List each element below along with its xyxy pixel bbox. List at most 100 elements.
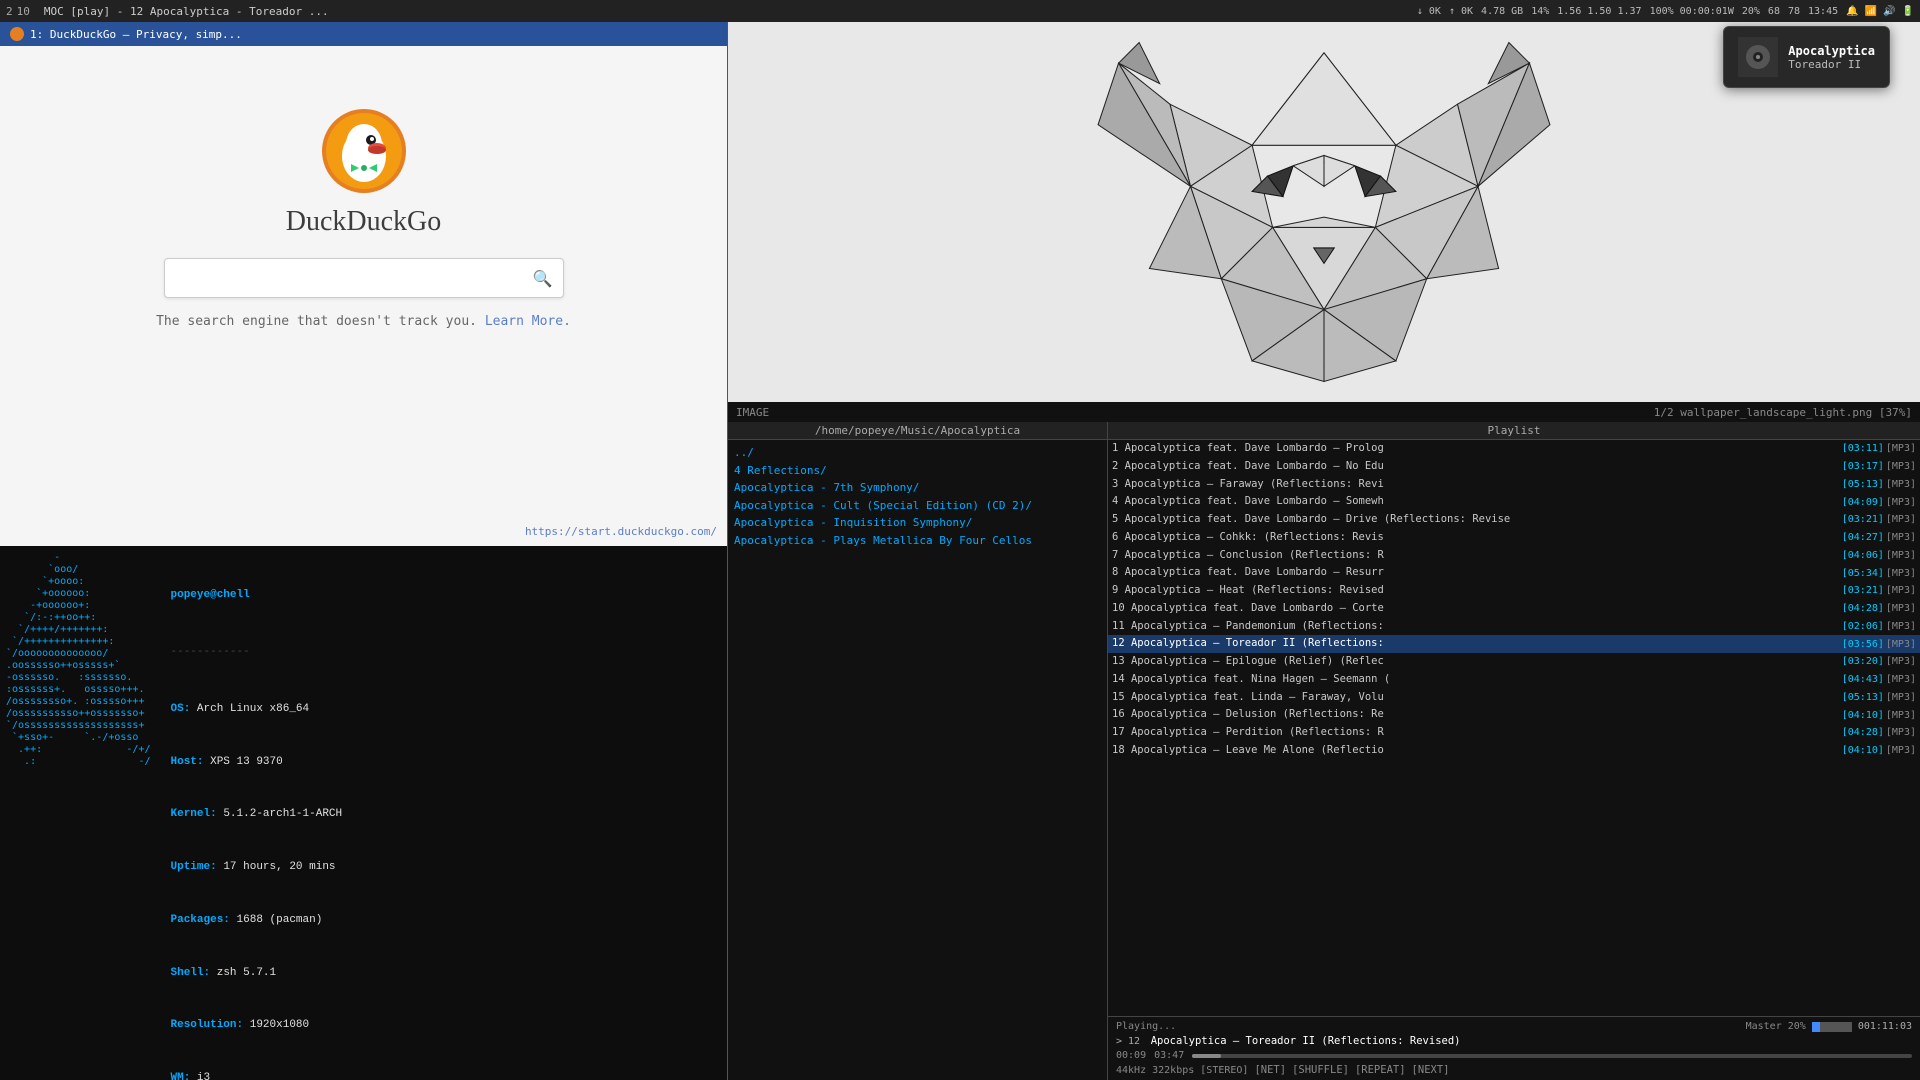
playlist-item[interactable]: 8 Apocalyptica feat. Dave Lombardo – Res… (1108, 564, 1920, 582)
main-area: 1: DuckDuckGo — Privacy, simp... (0, 22, 1920, 1080)
playlist-item[interactable]: 3 Apocalyptica – Faraway (Reflections: R… (1108, 476, 1920, 494)
workspace-10[interactable]: 10 (17, 5, 30, 18)
sysinfo-user: popeye@chell (171, 587, 457, 605)
playlist-item[interactable]: 13 Apocalyptica – Epilogue (Relief) (Ref… (1108, 653, 1920, 671)
terminal-area: - `ooo/ `+oooo: `+oooooo: -+oooooo+: `/:… (0, 546, 727, 1080)
sysinfo-resolution: Resolution: 1920x1080 (171, 1017, 457, 1035)
neofetch-output: - `ooo/ `+oooo: `+oooooo: -+oooooo+: `/:… (6, 552, 721, 1080)
ascii-art: - `ooo/ `+oooo: `+oooooo: -+oooooo+: `/:… (6, 552, 151, 1080)
current-time: 00:09 (1116, 1050, 1146, 1061)
browser-content: DuckDuckGo 🔍 The search engine that does… (0, 46, 727, 546)
net-btn[interactable]: [NET] (1254, 1064, 1286, 1076)
search-box[interactable]: 🔍 (164, 258, 564, 298)
playlist-item-title: 18 Apocalyptica – Leave Me Alone (Reflec… (1112, 743, 1840, 759)
playlist-item-format: [MP3] (1886, 441, 1916, 456)
playlist-item[interactable]: 11 Apocalyptica – Pandemonium (Reflectio… (1108, 618, 1920, 636)
disk-usage: 4.78 GB (1481, 6, 1523, 17)
playlist-item[interactable]: 10 Apocalyptica feat. Dave Lombardo – Co… (1108, 600, 1920, 618)
playlist-item-title: 6 Apocalyptica – Cohkk: (Reflections: Re… (1112, 530, 1840, 546)
playlist-item-format: [MP3] (1886, 725, 1916, 740)
playlist-item-format: [MP3] (1886, 566, 1916, 581)
playlist-item-duration: [05:34] (1842, 566, 1884, 581)
playlist-item-format: [MP3] (1886, 743, 1916, 758)
search-icon[interactable]: 🔍 (533, 269, 553, 288)
playlist-item-duration: [02:06] (1842, 619, 1884, 634)
left-panel: 1: DuckDuckGo — Privacy, simp... (0, 22, 728, 1080)
browser-tab[interactable]: 1: DuckDuckGo — Privacy, simp... (0, 22, 727, 46)
progress-track[interactable] (1192, 1054, 1912, 1058)
net-down: ↓ 0K (1417, 6, 1441, 17)
file-item[interactable]: Apocalyptica - Plays Metallica By Four C… (732, 532, 1103, 550)
volume-bar[interactable] (1812, 1022, 1852, 1032)
file-item[interactable]: 4 Reflections/ (732, 462, 1103, 480)
playlist-items[interactable]: 1 Apocalyptica feat. Dave Lombardo – Pro… (1108, 440, 1920, 1016)
file-item[interactable]: Apocalyptica - Cult (Special Edition) (C… (732, 497, 1103, 515)
playlist-item[interactable]: 18 Apocalyptica – Leave Me Alone (Reflec… (1108, 742, 1920, 760)
playlist-item[interactable]: 5 Apocalyptica feat. Dave Lombardo – Dri… (1108, 511, 1920, 529)
playlist-item-format: [MP3] (1886, 459, 1916, 474)
playlist-item[interactable]: 4 Apocalyptica feat. Dave Lombardo – Som… (1108, 493, 1920, 511)
file-browser: /home/popeye/Music/Apocalyptica ../4 Ref… (728, 422, 1108, 1080)
playlist-item-title: 12 Apocalyptica – Toreador II (Reflectio… (1112, 636, 1840, 652)
cpu-usage: 14% (1531, 6, 1549, 17)
next-btn[interactable]: [NEXT] (1412, 1064, 1450, 1076)
notification-text: Apocalyptica Toreador II (1788, 44, 1875, 71)
playlist-item[interactable]: 2 Apocalyptica feat. Dave Lombardo – No … (1108, 458, 1920, 476)
playlist-item-title: 3 Apocalyptica – Faraway (Reflections: R… (1112, 477, 1840, 493)
learn-more-link[interactable]: Learn More. (485, 314, 571, 329)
playlist-item-title: 11 Apocalyptica – Pandemonium (Reflectio… (1112, 619, 1840, 635)
workspace-numbers[interactable]: 2 10 (6, 5, 30, 18)
playlist-item-duration: [05:13] (1842, 690, 1884, 705)
mem-usage: 78 (1788, 6, 1800, 17)
playlist-item[interactable]: 12 Apocalyptica – Toreador II (Reflectio… (1108, 635, 1920, 653)
playlist-item-format: [MP3] (1886, 548, 1916, 563)
notification-artist: Apocalyptica (1788, 44, 1875, 58)
shuffle-btn[interactable]: [SHUFFLE] (1292, 1064, 1349, 1076)
file-item[interactable]: ../ (732, 444, 1103, 462)
playlist-item-format: [MP3] (1886, 637, 1916, 652)
now-playing: > 12 Apocalyptica – Toreador II (Reflect… (1116, 1034, 1912, 1047)
playlist-item[interactable]: 9 Apocalyptica – Heat (Reflections: Revi… (1108, 582, 1920, 600)
temp-cpu: 68 (1768, 6, 1780, 17)
playlist-item-duration: [03:20] (1842, 654, 1884, 669)
notification-popup: Apocalyptica Toreador II (1723, 26, 1890, 88)
playlist-item[interactable]: 6 Apocalyptica – Cohkk: (Reflections: Re… (1108, 529, 1920, 547)
volume-fill (1812, 1022, 1820, 1032)
playlist-item[interactable]: 15 Apocalyptica feat. Linda – Faraway, V… (1108, 689, 1920, 707)
playlist-item-format: [MP3] (1886, 477, 1916, 492)
search-input[interactable] (175, 270, 533, 286)
file-list[interactable]: ../4 Reflections/Apocalyptica - 7th Symp… (728, 440, 1107, 1080)
notification-album-art (1738, 37, 1778, 77)
taskbar-sysinfo: ↓ 0K ↑ 0K 4.78 GB 14% 1.56 1.50 1.37 100… (1417, 6, 1914, 17)
playlist-item[interactable]: 17 Apocalyptica – Perdition (Reflections… (1108, 724, 1920, 742)
playlist-item[interactable]: 7 Apocalyptica – Conclusion (Reflections… (1108, 547, 1920, 565)
file-browser-header: /home/popeye/Music/Apocalyptica (728, 422, 1107, 440)
playlist-item[interactable]: 1 Apocalyptica feat. Dave Lombardo – Pro… (1108, 440, 1920, 458)
playlist-item-title: 9 Apocalyptica – Heat (Reflections: Revi… (1112, 583, 1840, 599)
repeat-btn[interactable]: [REPEAT] (1355, 1064, 1406, 1076)
duckduckgo-logo-area: DuckDuckGo (286, 106, 442, 238)
file-item[interactable]: Apocalyptica - Inquisition Symphony/ (732, 514, 1103, 532)
sysinfo-block: popeye@chell ------------ OS: Arch Linux… (171, 552, 457, 1080)
playlist-item-title: 15 Apocalyptica feat. Linda – Faraway, V… (1112, 690, 1840, 706)
playlist-item-duration: [04:10] (1842, 743, 1884, 758)
image-status-bar: IMAGE 1/2 wallpaper_landscape_light.png … (728, 402, 1920, 422)
image-info: 1/2 wallpaper_landscape_light.png [37%] (1654, 406, 1912, 419)
notification-track: Toreador II (1788, 58, 1875, 71)
playlist-item-duration: [05:13] (1842, 477, 1884, 492)
playlist-item-duration: [04:28] (1842, 725, 1884, 740)
playlist-item-title: 10 Apocalyptica feat. Dave Lombardo – Co… (1112, 601, 1840, 617)
workspace-2[interactable]: 2 (6, 5, 13, 18)
taskbar-window-title: MOC [play] - 12 Apocalyptica - Toreador … (44, 5, 329, 18)
file-item[interactable]: Apocalyptica - 7th Symphony/ (732, 479, 1103, 497)
load-avg: 1.56 1.50 1.37 (1557, 6, 1641, 17)
playlist-item[interactable]: 16 Apocalyptica – Delusion (Reflections:… (1108, 706, 1920, 724)
sysinfo-shell: Shell: zsh 5.7.1 (171, 965, 457, 983)
playlist-item[interactable]: 14 Apocalyptica feat. Nina Hagen – Seema… (1108, 671, 1920, 689)
duckduckgo-favicon (10, 27, 24, 41)
playlist-item-format: [MP3] (1886, 708, 1916, 723)
clock: 13:45 (1808, 6, 1838, 17)
playlist-item-duration: [04:43] (1842, 672, 1884, 687)
browser-url: https://start.duckduckgo.com/ (525, 525, 717, 538)
playlist-item-format: [MP3] (1886, 530, 1916, 545)
